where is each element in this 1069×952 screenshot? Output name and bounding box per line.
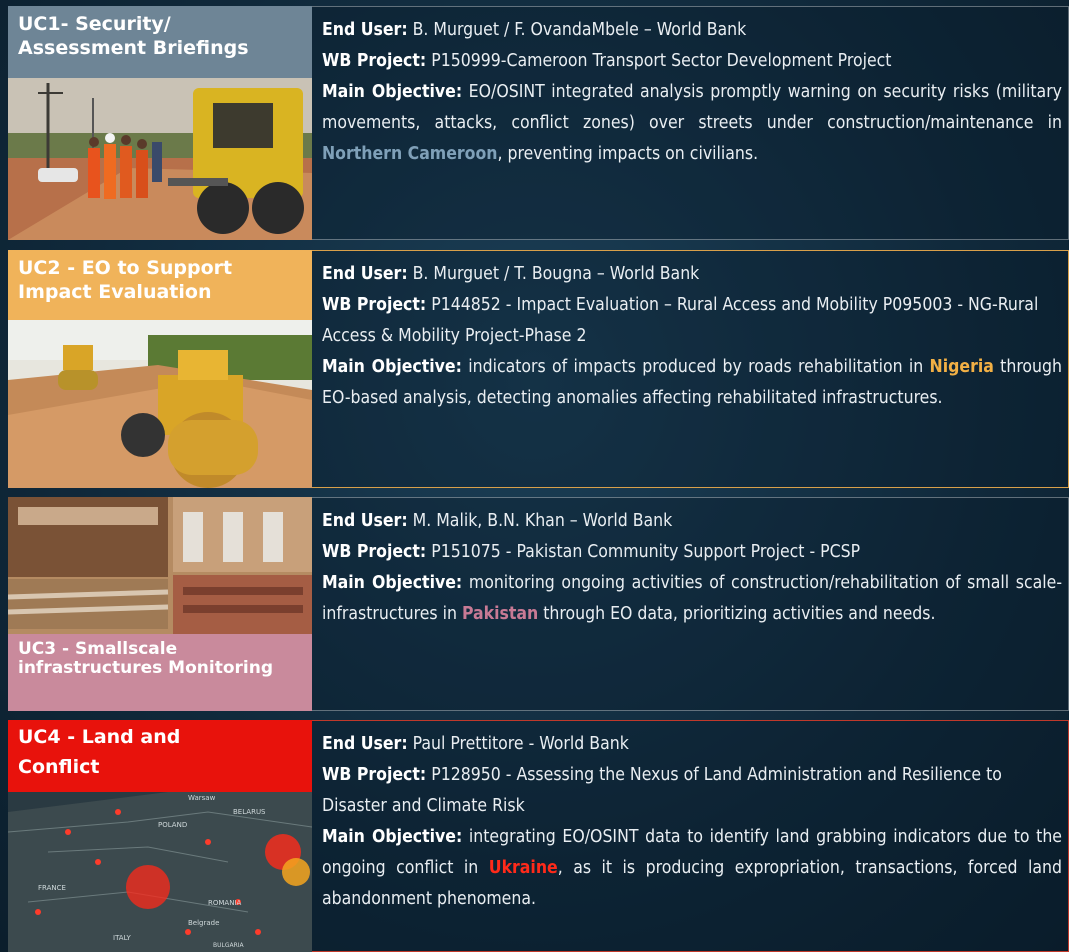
uc3-objective-line: Main Objective: monitoring ongoing activ… [322, 568, 1062, 630]
uc2-end-user: B. Murguet / T. Bougna – World Bank [407, 264, 700, 284]
uc4-details: End User: Paul Prettitore - World Bank W… [312, 720, 1069, 952]
end-user-label: End User: [322, 20, 408, 40]
uc3-details: End User: M. Malik, B.N. Khan – World Ba… [312, 497, 1069, 711]
map-label-poland: POLAND [158, 821, 187, 829]
uc2-panel: UC2 - EO to Support Impact Evaluation [8, 250, 312, 488]
uc2-end-user-line: End User: B. Murguet / T. Bougna – World… [322, 259, 1062, 290]
end-user-label: End User: [322, 511, 408, 531]
uc1-details: End User: B. Murguet / F. OvandaMbele – … [312, 6, 1069, 240]
uc1-photo-road-workers [8, 78, 312, 240]
map-label-romania: ROMANIA [208, 899, 242, 907]
uc1-region: Northern Cameroon [322, 144, 498, 164]
map-label-belarus: BELARUS [233, 808, 266, 816]
uc1-project-line: WB Project: P150999-Cameroon Transport S… [322, 46, 1062, 77]
main-objective-label: Main Objective: [322, 357, 462, 377]
wb-project-label: WB Project: [322, 295, 427, 315]
uc3-region: Pakistan [461, 604, 539, 624]
uc1-panel: UC1- Security/ Assessment Briefings [8, 6, 312, 240]
uc2-project-line: WB Project: P144852 - Impact Evaluation … [322, 290, 1062, 352]
uc4-objective-line: Main Objective: integrating EO/OSINT dat… [322, 822, 1062, 915]
use-case-uc4: BELARUS Warsaw POLAND FRANCE ROMANIA Bel… [8, 720, 1069, 952]
end-user-label: End User: [322, 264, 408, 284]
uc2-objective-pre: indicators of impacts produced by roads … [461, 357, 930, 377]
uc2-objective-line: Main Objective: indicators of impacts pr… [322, 352, 1062, 414]
map-label-bulgaria: BULGARIA [213, 942, 245, 949]
uc2-title: UC2 - EO to Support Impact Evaluation [18, 257, 233, 303]
uc2-photo-road-roller [8, 320, 312, 488]
main-objective-label: Main Objective: [322, 573, 463, 593]
uc4-end-user: Paul Prettitore - World Bank [407, 734, 629, 754]
main-objective-label: Main Objective: [322, 82, 463, 102]
uc4-region: Ukraine [488, 858, 558, 878]
uc4-project-line: WB Project: P128950 - Assessing the Nexu… [322, 760, 1062, 822]
map-label-belgrade: Belgrade [188, 919, 219, 927]
uc3-project-line: WB Project: P151075 - Pakistan Community… [322, 537, 1062, 568]
wb-project-label: WB Project: [322, 51, 427, 71]
wb-project-label: WB Project: [322, 765, 427, 785]
uc3-title: UC3 - Smallscale infrastructures Monitor… [8, 634, 312, 711]
use-case-uc2: UC2 - EO to Support Impact Evaluation En… [8, 250, 1069, 488]
uc1-objective-line: Main Objective: EO/OSINT integrated anal… [322, 77, 1062, 170]
uc2-project: P144852 - Impact Evaluation – Rural Acce… [322, 295, 1039, 346]
uc4-panel: BELARUS Warsaw POLAND FRANCE ROMANIA Bel… [8, 720, 312, 952]
use-case-uc1: UC1- Security/ Assessment Briefings End … [8, 6, 1069, 240]
uc1-title: UC1- Security/ Assessment Briefings [18, 13, 249, 59]
uc4-title: UC4 - Land and Conflict [18, 726, 181, 778]
uc2-details: End User: B. Murguet / T. Bougna – World… [312, 250, 1069, 488]
uc3-end-user: M. Malik, B.N. Khan – World Bank [407, 511, 673, 531]
map-label-france: FRANCE [38, 884, 66, 892]
uc1-objective-post: , preventing impacts on civilians. [497, 144, 759, 164]
map-label-italy: ITALY [113, 934, 132, 942]
uc3-objective-post: through EO data, prioritizing activities… [538, 604, 936, 624]
use-case-uc3: UC3 - Smallscale infrastructures Monitor… [8, 497, 1069, 711]
uc3-end-user-line: End User: M. Malik, B.N. Khan – World Ba… [322, 506, 1062, 537]
uc4-map-conflict-europe: BELARUS Warsaw POLAND FRANCE ROMANIA Bel… [8, 792, 312, 952]
uc1-end-user: B. Murguet / F. OvandaMbele – World Bank [407, 20, 747, 40]
uc3-project: P151075 - Pakistan Community Support Pro… [426, 542, 861, 562]
map-label-warsaw: Warsaw [188, 794, 216, 802]
wb-project-label: WB Project: [322, 542, 427, 562]
main-objective-label: Main Objective: [322, 827, 463, 847]
end-user-label: End User: [322, 734, 408, 754]
uc3-panel: UC3 - Smallscale infrastructures Monitor… [8, 497, 312, 711]
uc4-end-user-line: End User: Paul Prettitore - World Bank [322, 729, 1062, 760]
uc1-end-user-line: End User: B. Murguet / F. OvandaMbele – … [322, 15, 1062, 46]
uc2-region: Nigeria [929, 357, 994, 377]
uc1-project: P150999-Cameroon Transport Sector Develo… [426, 51, 892, 71]
